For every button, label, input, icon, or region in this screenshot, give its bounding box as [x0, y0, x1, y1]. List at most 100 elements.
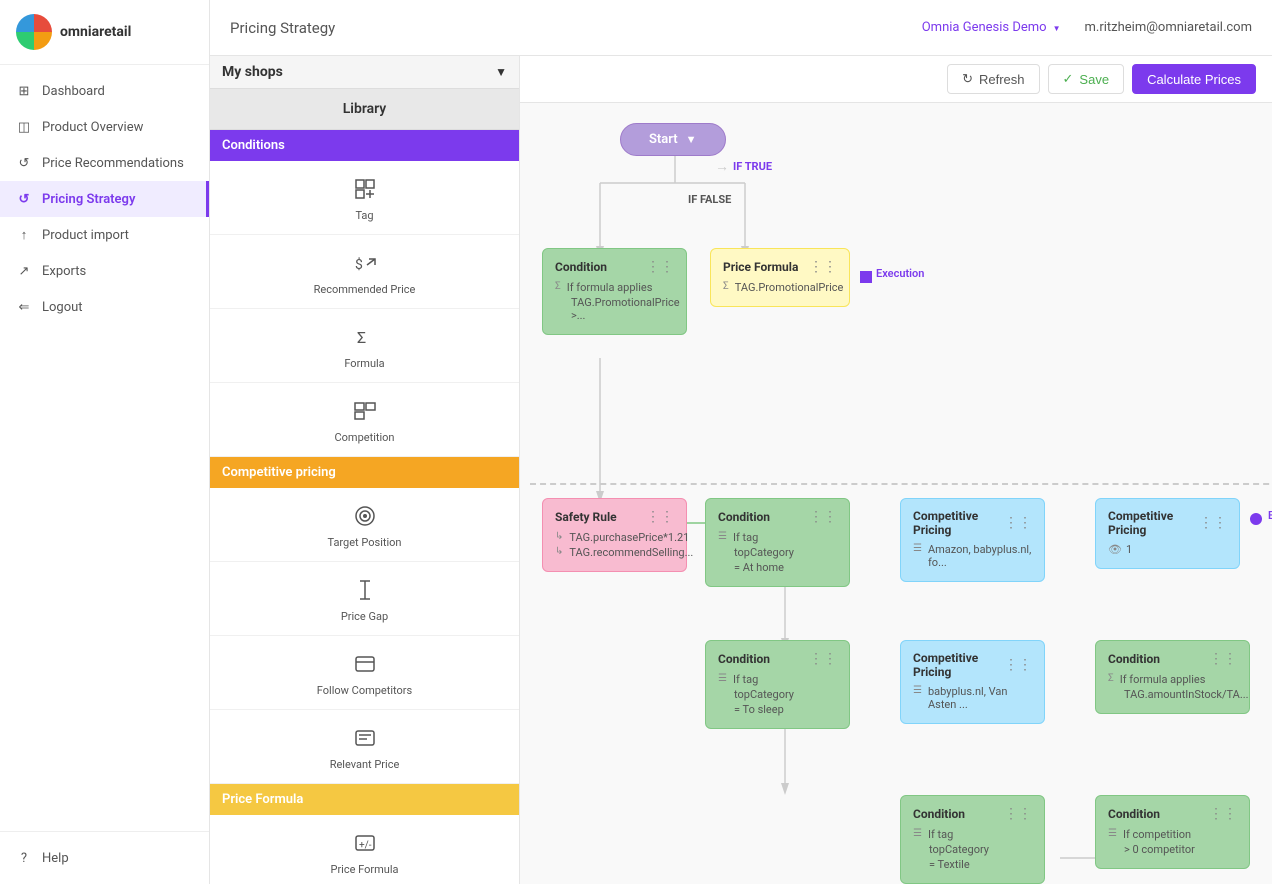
library-item-formula[interactable]: Σ Formula: [210, 309, 519, 383]
competitive-3-title: Competitive Pricing: [913, 651, 1004, 679]
sidebar-item-label: Logout: [42, 300, 83, 315]
condition-1-menu-icon[interactable]: ⋮⋮: [646, 259, 674, 275]
library-item-tag[interactable]: Tag: [210, 161, 519, 235]
safety-rule-node[interactable]: Safety Rule ⋮⋮ ↳TAG.purchasePrice*1.21 ↳…: [542, 498, 687, 572]
condition-node-6[interactable]: Condition ⋮⋮ ☰If competition > 0 competi…: [1095, 795, 1250, 869]
sidebar: omniaretail ⊞ Dashboard ◫ Product Overvi…: [0, 0, 210, 884]
account-email: m.ritzheim@omniaretail.com: [1085, 20, 1252, 35]
library-item-price-formula[interactable]: +/- Price Formula: [210, 815, 519, 884]
canvas-actions: ↻ Refresh ✓ Save Calculate Prices: [947, 64, 1256, 94]
product-import-icon: ↑: [16, 227, 32, 243]
target-position-icon: [349, 500, 381, 532]
if-false-label: IF FALSE: [688, 193, 731, 206]
condition-2-menu-icon[interactable]: ⋮⋮: [809, 509, 837, 525]
library-header: Library: [210, 89, 519, 130]
sidebar-item-product-import[interactable]: ↑ Product import: [0, 217, 209, 253]
condition-6-content: ☰If competition > 0 competitor: [1108, 828, 1237, 856]
recommended-price-icon: $: [349, 247, 381, 279]
price-gap-icon: [349, 574, 381, 606]
sidebar-item-product-overview[interactable]: ◫ Product Overview: [0, 109, 209, 145]
logo-icon: [16, 14, 52, 50]
condition-node-3[interactable]: Condition ⋮⋮ ☰If tag topCategory = To sl…: [705, 640, 850, 729]
sidebar-item-dashboard[interactable]: ⊞ Dashboard: [0, 73, 209, 109]
execution-dot-2: [1250, 513, 1262, 525]
competitive-2-title: Competitive Pricing: [1108, 509, 1199, 537]
condition-6-menu-icon[interactable]: ⋮⋮: [1209, 806, 1237, 822]
condition-node-1[interactable]: Condition ⋮⋮ ΣIf formula applies TAG.Pro…: [542, 248, 687, 335]
sidebar-item-help[interactable]: ? Help: [0, 840, 209, 876]
library-item-follow-competitors[interactable]: Follow Competitors: [210, 636, 519, 710]
competition-icon: [349, 395, 381, 427]
safety-menu-icon[interactable]: ⋮⋮: [646, 509, 674, 525]
competitive-3-content: ☰babyplus.nl, Van Asten ...: [913, 685, 1032, 711]
condition-5-title: Condition: [913, 807, 965, 821]
competitive-3-menu-icon[interactable]: ⋮⋮: [1004, 657, 1032, 673]
pf-1-content: ΣTAG.PromotionalPrice: [723, 281, 837, 294]
price-formula-node-1[interactable]: Price Formula ⋮⋮ ΣTAG.PromotionalPrice: [710, 248, 850, 307]
product-overview-icon: ◫: [16, 119, 32, 135]
refresh-button[interactable]: ↻ Refresh: [947, 64, 1039, 94]
library-panel: My shops ▼ Library Conditions Tag $ Reco…: [210, 56, 520, 884]
save-label: Save: [1079, 72, 1109, 87]
condition-3-content: ☰If tag topCategory = To sleep: [718, 673, 837, 716]
competitive-node-3[interactable]: Competitive Pricing ⋮⋮ ☰babyplus.nl, Van…: [900, 640, 1045, 724]
condition-3-menu-icon[interactable]: ⋮⋮: [809, 651, 837, 667]
flow-container: → IF TRUE IF FALSE Start ▼ Condition: [520, 103, 1272, 884]
competitive-node-2[interactable]: Competitive Pricing ⋮⋮ 👁 1: [1095, 498, 1240, 569]
price-formula-icon: +/-: [349, 827, 381, 859]
account-selector[interactable]: Omnia Genesis Demo: [922, 20, 1061, 35]
recommended-price-label: Recommended Price: [314, 283, 416, 296]
pricing-strategy-icon: ↺: [16, 191, 32, 207]
svg-text:$: $: [355, 256, 363, 273]
save-button[interactable]: ✓ Save: [1048, 64, 1125, 94]
start-node[interactable]: Start ▼: [620, 123, 726, 156]
sidebar-item-logout[interactable]: ⇐ Logout: [0, 289, 209, 325]
library-item-competition[interactable]: Competition: [210, 383, 519, 457]
topbar-right: Omnia Genesis Demo m.ritzheim@omniaretai…: [922, 20, 1252, 35]
condition-4-menu-icon[interactable]: ⋮⋮: [1209, 651, 1237, 667]
library-item-recommended-price[interactable]: $ Recommended Price: [210, 235, 519, 309]
condition-node-2[interactable]: Condition ⋮⋮ ☰If tag topCategory = At ho…: [705, 498, 850, 587]
sidebar-item-label: Product Overview: [42, 120, 143, 135]
logo-text: omniaretail: [60, 24, 131, 40]
condition-1-content: ΣIf formula applies TAG.PromotionalPrice…: [555, 281, 674, 322]
logout-icon: ⇐: [16, 299, 32, 315]
price-formula-label: Price Formula: [331, 863, 399, 876]
condition-3-title: Condition: [718, 652, 770, 666]
competitive-1-menu-icon[interactable]: ⋮⋮: [1004, 515, 1032, 531]
condition-node-4[interactable]: Condition ⋮⋮ ΣIf formula applies TAG.amo…: [1095, 640, 1250, 714]
shops-chevron-icon[interactable]: ▼: [495, 65, 507, 79]
calculate-prices-button[interactable]: Calculate Prices: [1132, 64, 1256, 94]
library-item-price-gap[interactable]: Price Gap: [210, 562, 519, 636]
logo-container: omniaretail: [0, 0, 209, 65]
relevant-price-icon: [349, 722, 381, 754]
competitive-node-1[interactable]: Competitive Pricing ⋮⋮ ☰Amazon, babyplus…: [900, 498, 1045, 582]
save-check-icon: ✓: [1063, 71, 1074, 87]
condition-5-menu-icon[interactable]: ⋮⋮: [1004, 806, 1032, 822]
sidebar-nav: ⊞ Dashboard ◫ Product Overview ↺ Price R…: [0, 65, 209, 831]
if-true-label: → IF TRUE: [715, 158, 772, 175]
dashboard-icon: ⊞: [16, 83, 32, 99]
start-chevron-icon: ▼: [686, 133, 697, 146]
flow-arrows: [520, 103, 1272, 884]
pf-1-menu-icon[interactable]: ⋮⋮: [809, 259, 837, 275]
sidebar-item-exports[interactable]: ↗ Exports: [0, 253, 209, 289]
library-item-target-position[interactable]: Target Position: [210, 488, 519, 562]
competitive-2-menu-icon[interactable]: ⋮⋮: [1199, 515, 1227, 531]
sidebar-item-label: Product import: [42, 228, 129, 243]
help-label: Help: [42, 851, 69, 866]
library-item-relevant-price[interactable]: Relevant Price: [210, 710, 519, 784]
safety-title: Safety Rule: [555, 510, 617, 524]
sidebar-item-pricing-strategy[interactable]: ↺ Pricing Strategy: [0, 181, 209, 217]
condition-node-5[interactable]: Condition ⋮⋮ ☰If tag topCategory = Texti…: [900, 795, 1045, 884]
refresh-label: Refresh: [979, 72, 1025, 87]
help-icon: ?: [16, 850, 32, 866]
account-chevron-icon: [1051, 20, 1061, 35]
calculate-label: Calculate Prices: [1147, 72, 1241, 87]
competitive-2-content: 👁 1: [1108, 543, 1227, 556]
condition-6-title: Condition: [1108, 807, 1160, 821]
safety-content: ↳TAG.purchasePrice*1.21 ↳TAG.recommendSe…: [555, 531, 674, 559]
my-shops-label: My shops: [222, 64, 283, 80]
price-rec-icon: ↺: [16, 155, 32, 171]
sidebar-item-price-recommendations[interactable]: ↺ Price Recommendations: [0, 145, 209, 181]
